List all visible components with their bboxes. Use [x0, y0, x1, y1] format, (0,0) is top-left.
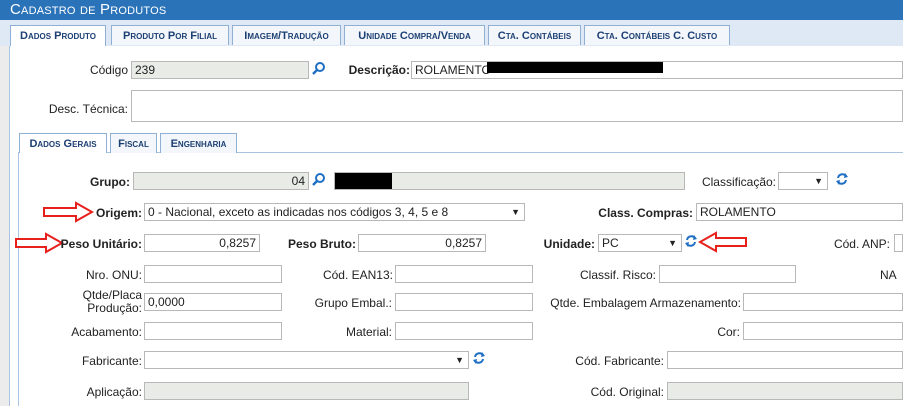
classificacao-label: Classificação:	[701, 175, 776, 189]
tab-imagem-traducao[interactable]: Imagem/Tradução	[232, 25, 341, 45]
subtab-fiscal[interactable]: Fiscal	[110, 133, 157, 153]
peso-unitario-label: Peso Unitário:	[60, 237, 142, 251]
cor-input[interactable]	[743, 322, 903, 340]
na-label: NA	[880, 268, 897, 282]
grupo-input[interactable]: 04	[133, 172, 309, 190]
left-gutter	[0, 46, 9, 406]
classif-risco-label: Classif. Risco:	[579, 268, 656, 282]
material-input[interactable]	[395, 322, 533, 340]
grupo-embal-label: Grupo Embal.:	[314, 296, 392, 310]
window-title: Cadastro de Produtos	[0, 0, 903, 20]
tab-cta-contabeis[interactable]: Cta. Contábeis	[488, 25, 581, 45]
acabamento-label: Acabamento:	[71, 325, 142, 339]
peso-bruto-input[interactable]: 0,8257	[358, 234, 486, 252]
cod-anp-label: Cód. ANP:	[833, 237, 890, 251]
grupo-embal-input[interactable]	[395, 293, 533, 311]
cod-original-input[interactable]	[667, 382, 903, 400]
cod-ean13-input[interactable]	[395, 265, 533, 283]
qtde-placa-label: Qtde/Placa Produção:	[82, 288, 142, 315]
desc-tecnica-label: Desc. Técnica:	[48, 102, 128, 116]
refresh-icon[interactable]	[834, 172, 850, 188]
fabricante-select[interactable]: ▼	[144, 351, 469, 369]
red-arrow-annotation	[698, 231, 747, 253]
subtab-dados-gerais[interactable]: Dados Gerais	[19, 133, 107, 153]
qtde-placa-input[interactable]: 0,0000	[144, 293, 282, 311]
qtde-embalagem-label: Qtde. Embalagem Armazenamento:	[550, 296, 741, 310]
classificacao-select[interactable]: ▼	[778, 172, 828, 190]
cod-original-label: Cód. Original:	[590, 385, 664, 399]
classif-risco-input[interactable]	[659, 265, 796, 283]
cod-ean13-label: Cód. EAN13:	[322, 268, 393, 282]
nro-onu-label: Nro. ONU:	[85, 268, 142, 282]
tab-unidade-compra-venda[interactable]: Unidade Compra/Venda	[344, 25, 485, 45]
descricao-label: Descrição:	[348, 63, 410, 77]
refresh-icon[interactable]	[471, 351, 487, 367]
subpanel-border	[18, 152, 19, 406]
codigo-label: Código	[89, 63, 128, 77]
aplicacao-label: Aplicação:	[86, 385, 142, 399]
red-arrow-annotation	[43, 201, 94, 223]
tab-produto-por-filial[interactable]: Produto Por Filial	[111, 25, 229, 45]
class-compras-label: Class. Compras:	[598, 206, 693, 220]
acabamento-input[interactable]	[144, 322, 282, 340]
peso-unitario-input[interactable]: 0,8257	[144, 234, 260, 252]
search-icon[interactable]	[311, 172, 327, 188]
chevron-down-icon: ▼	[455, 355, 464, 365]
chevron-down-icon: ▼	[668, 238, 677, 248]
chevron-down-icon: ▼	[814, 176, 823, 186]
class-compras-input[interactable]: ROLAMENTO	[696, 203, 903, 221]
unidade-value: PC	[602, 236, 619, 250]
chevron-down-icon: ▼	[511, 207, 520, 217]
peso-bruto-label: Peso Bruto:	[287, 237, 356, 251]
nro-onu-input[interactable]	[144, 265, 282, 283]
fabricante-label: Fabricante:	[81, 354, 142, 368]
grupo-label: Grupo:	[90, 175, 130, 189]
search-icon[interactable]	[311, 61, 327, 77]
tab-dados-produto[interactable]: Dados Produto	[10, 25, 106, 47]
origem-select[interactable]: 0 - Nacional, exceto as indicadas nos có…	[144, 203, 525, 221]
codigo-input[interactable]: 239	[131, 61, 309, 79]
cor-label: Cor:	[717, 325, 740, 339]
redacted-block	[335, 173, 392, 189]
material-label: Material:	[345, 325, 392, 339]
descricao-value: ROLAMENTO	[415, 63, 491, 77]
cod-fabricante-input[interactable]	[667, 351, 903, 369]
origem-label: Origem:	[95, 206, 142, 220]
origem-value: 0 - Nacional, exceto as indicadas nos có…	[148, 205, 449, 219]
redacted-block	[487, 62, 663, 73]
refresh-icon[interactable]	[683, 234, 699, 250]
qtde-embalagem-input[interactable]	[743, 293, 903, 311]
aplicacao-input[interactable]	[144, 382, 469, 400]
cod-fabricante-label: Cód. Fabricante:	[575, 354, 664, 368]
cod-anp-input[interactable]	[894, 234, 903, 252]
unidade-label: Unidade:	[543, 237, 595, 251]
subtab-engenharia[interactable]: Engenharia	[160, 133, 237, 153]
tab-cta-contabeis-c-custo[interactable]: Cta. Contábeis C. Custo	[584, 25, 730, 45]
unidade-select[interactable]: PC ▼	[598, 234, 682, 252]
desc-tecnica-input[interactable]	[131, 90, 903, 122]
